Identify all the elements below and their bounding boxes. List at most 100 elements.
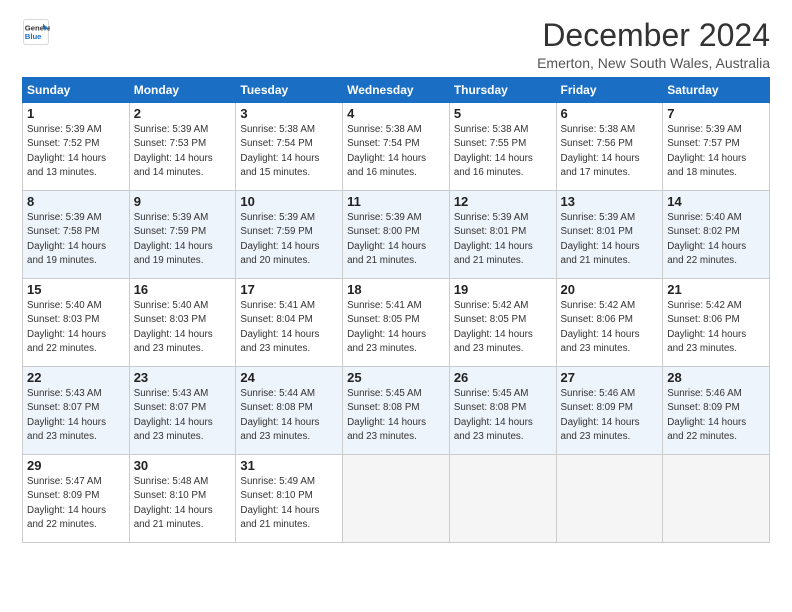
day-info: Sunrise: 5:45 AMSunset: 8:08 PMDaylight:… [454, 387, 552, 444]
header-tuesday: Tuesday [236, 78, 343, 103]
svg-text:Blue: Blue [25, 32, 42, 41]
day-number: 7 [667, 106, 765, 121]
day-number: 25 [347, 370, 445, 385]
day-number: 14 [667, 194, 765, 209]
day-info: Sunrise: 5:42 AMSunset: 8:06 PMDaylight:… [667, 299, 765, 356]
day-info: Sunrise: 5:38 AMSunset: 7:55 PMDaylight:… [454, 123, 552, 180]
table-row [449, 455, 556, 543]
table-row: 7 Sunrise: 5:39 AMSunset: 7:57 PMDayligh… [663, 103, 770, 191]
table-row: 15 Sunrise: 5:40 AMSunset: 8:03 PMDaylig… [23, 279, 130, 367]
day-number: 27 [561, 370, 659, 385]
table-row: 23 Sunrise: 5:43 AMSunset: 8:07 PMDaylig… [129, 367, 236, 455]
day-number: 17 [240, 282, 338, 297]
table-row: 21 Sunrise: 5:42 AMSunset: 8:06 PMDaylig… [663, 279, 770, 367]
day-info: Sunrise: 5:41 AMSunset: 8:04 PMDaylight:… [240, 299, 338, 356]
calendar: Sunday Monday Tuesday Wednesday Thursday… [22, 77, 770, 543]
day-number: 6 [561, 106, 659, 121]
table-row: 28 Sunrise: 5:46 AMSunset: 8:09 PMDaylig… [663, 367, 770, 455]
day-info: Sunrise: 5:39 AMSunset: 7:59 PMDaylight:… [240, 211, 338, 268]
day-number: 30 [134, 458, 232, 473]
table-row: 4 Sunrise: 5:38 AMSunset: 7:54 PMDayligh… [343, 103, 450, 191]
day-info: Sunrise: 5:44 AMSunset: 8:08 PMDaylight:… [240, 387, 338, 444]
table-row: 29 Sunrise: 5:47 AMSunset: 8:09 PMDaylig… [23, 455, 130, 543]
day-number: 29 [27, 458, 125, 473]
calendar-week-3: 15 Sunrise: 5:40 AMSunset: 8:03 PMDaylig… [23, 279, 770, 367]
day-info: Sunrise: 5:39 AMSunset: 8:01 PMDaylight:… [561, 211, 659, 268]
table-row: 8 Sunrise: 5:39 AMSunset: 7:58 PMDayligh… [23, 191, 130, 279]
day-info: Sunrise: 5:45 AMSunset: 8:08 PMDaylight:… [347, 387, 445, 444]
day-number: 2 [134, 106, 232, 121]
day-info: Sunrise: 5:47 AMSunset: 8:09 PMDaylight:… [27, 475, 125, 532]
table-row: 6 Sunrise: 5:38 AMSunset: 7:56 PMDayligh… [556, 103, 663, 191]
day-info: Sunrise: 5:39 AMSunset: 7:53 PMDaylight:… [134, 123, 232, 180]
page: General Blue December 2024 Emerton, New … [0, 0, 792, 612]
logo: General Blue [22, 18, 50, 46]
table-row: 24 Sunrise: 5:44 AMSunset: 8:08 PMDaylig… [236, 367, 343, 455]
calendar-week-4: 22 Sunrise: 5:43 AMSunset: 8:07 PMDaylig… [23, 367, 770, 455]
header-wednesday: Wednesday [343, 78, 450, 103]
table-row: 31 Sunrise: 5:49 AMSunset: 8:10 PMDaylig… [236, 455, 343, 543]
day-number: 9 [134, 194, 232, 209]
day-number: 16 [134, 282, 232, 297]
table-row: 26 Sunrise: 5:45 AMSunset: 8:08 PMDaylig… [449, 367, 556, 455]
day-number: 23 [134, 370, 232, 385]
logo-icon: General Blue [22, 18, 50, 46]
table-row: 1 Sunrise: 5:39 AMSunset: 7:52 PMDayligh… [23, 103, 130, 191]
day-number: 4 [347, 106, 445, 121]
day-number: 8 [27, 194, 125, 209]
table-row: 30 Sunrise: 5:48 AMSunset: 8:10 PMDaylig… [129, 455, 236, 543]
day-number: 10 [240, 194, 338, 209]
table-row: 3 Sunrise: 5:38 AMSunset: 7:54 PMDayligh… [236, 103, 343, 191]
calendar-header-row: Sunday Monday Tuesday Wednesday Thursday… [23, 78, 770, 103]
table-row: 25 Sunrise: 5:45 AMSunset: 8:08 PMDaylig… [343, 367, 450, 455]
table-row [556, 455, 663, 543]
table-row: 27 Sunrise: 5:46 AMSunset: 8:09 PMDaylig… [556, 367, 663, 455]
header-sunday: Sunday [23, 78, 130, 103]
table-row: 13 Sunrise: 5:39 AMSunset: 8:01 PMDaylig… [556, 191, 663, 279]
title-block: December 2024 Emerton, New South Wales, … [537, 18, 770, 71]
table-row: 9 Sunrise: 5:39 AMSunset: 7:59 PMDayligh… [129, 191, 236, 279]
header-saturday: Saturday [663, 78, 770, 103]
day-info: Sunrise: 5:38 AMSunset: 7:54 PMDaylight:… [240, 123, 338, 180]
day-number: 21 [667, 282, 765, 297]
day-info: Sunrise: 5:39 AMSunset: 7:58 PMDaylight:… [27, 211, 125, 268]
table-row: 18 Sunrise: 5:41 AMSunset: 8:05 PMDaylig… [343, 279, 450, 367]
day-number: 31 [240, 458, 338, 473]
day-number: 24 [240, 370, 338, 385]
day-info: Sunrise: 5:40 AMSunset: 8:03 PMDaylight:… [27, 299, 125, 356]
day-number: 28 [667, 370, 765, 385]
day-number: 22 [27, 370, 125, 385]
day-number: 18 [347, 282, 445, 297]
calendar-week-2: 8 Sunrise: 5:39 AMSunset: 7:58 PMDayligh… [23, 191, 770, 279]
table-row: 12 Sunrise: 5:39 AMSunset: 8:01 PMDaylig… [449, 191, 556, 279]
day-number: 5 [454, 106, 552, 121]
day-info: Sunrise: 5:42 AMSunset: 8:06 PMDaylight:… [561, 299, 659, 356]
table-row: 11 Sunrise: 5:39 AMSunset: 8:00 PMDaylig… [343, 191, 450, 279]
day-number: 12 [454, 194, 552, 209]
calendar-week-1: 1 Sunrise: 5:39 AMSunset: 7:52 PMDayligh… [23, 103, 770, 191]
header: General Blue December 2024 Emerton, New … [22, 18, 770, 71]
day-number: 19 [454, 282, 552, 297]
day-info: Sunrise: 5:46 AMSunset: 8:09 PMDaylight:… [561, 387, 659, 444]
table-row: 5 Sunrise: 5:38 AMSunset: 7:55 PMDayligh… [449, 103, 556, 191]
day-info: Sunrise: 5:39 AMSunset: 7:57 PMDaylight:… [667, 123, 765, 180]
day-number: 11 [347, 194, 445, 209]
day-info: Sunrise: 5:38 AMSunset: 7:56 PMDaylight:… [561, 123, 659, 180]
day-info: Sunrise: 5:43 AMSunset: 8:07 PMDaylight:… [134, 387, 232, 444]
day-info: Sunrise: 5:39 AMSunset: 8:00 PMDaylight:… [347, 211, 445, 268]
day-number: 26 [454, 370, 552, 385]
table-row: 17 Sunrise: 5:41 AMSunset: 8:04 PMDaylig… [236, 279, 343, 367]
day-info: Sunrise: 5:40 AMSunset: 8:03 PMDaylight:… [134, 299, 232, 356]
day-number: 3 [240, 106, 338, 121]
day-info: Sunrise: 5:42 AMSunset: 8:05 PMDaylight:… [454, 299, 552, 356]
day-info: Sunrise: 5:43 AMSunset: 8:07 PMDaylight:… [27, 387, 125, 444]
table-row: 16 Sunrise: 5:40 AMSunset: 8:03 PMDaylig… [129, 279, 236, 367]
table-row: 10 Sunrise: 5:39 AMSunset: 7:59 PMDaylig… [236, 191, 343, 279]
table-row: 2 Sunrise: 5:39 AMSunset: 7:53 PMDayligh… [129, 103, 236, 191]
day-number: 1 [27, 106, 125, 121]
table-row: 20 Sunrise: 5:42 AMSunset: 8:06 PMDaylig… [556, 279, 663, 367]
location-title: Emerton, New South Wales, Australia [537, 55, 770, 71]
day-info: Sunrise: 5:41 AMSunset: 8:05 PMDaylight:… [347, 299, 445, 356]
day-number: 20 [561, 282, 659, 297]
table-row [343, 455, 450, 543]
